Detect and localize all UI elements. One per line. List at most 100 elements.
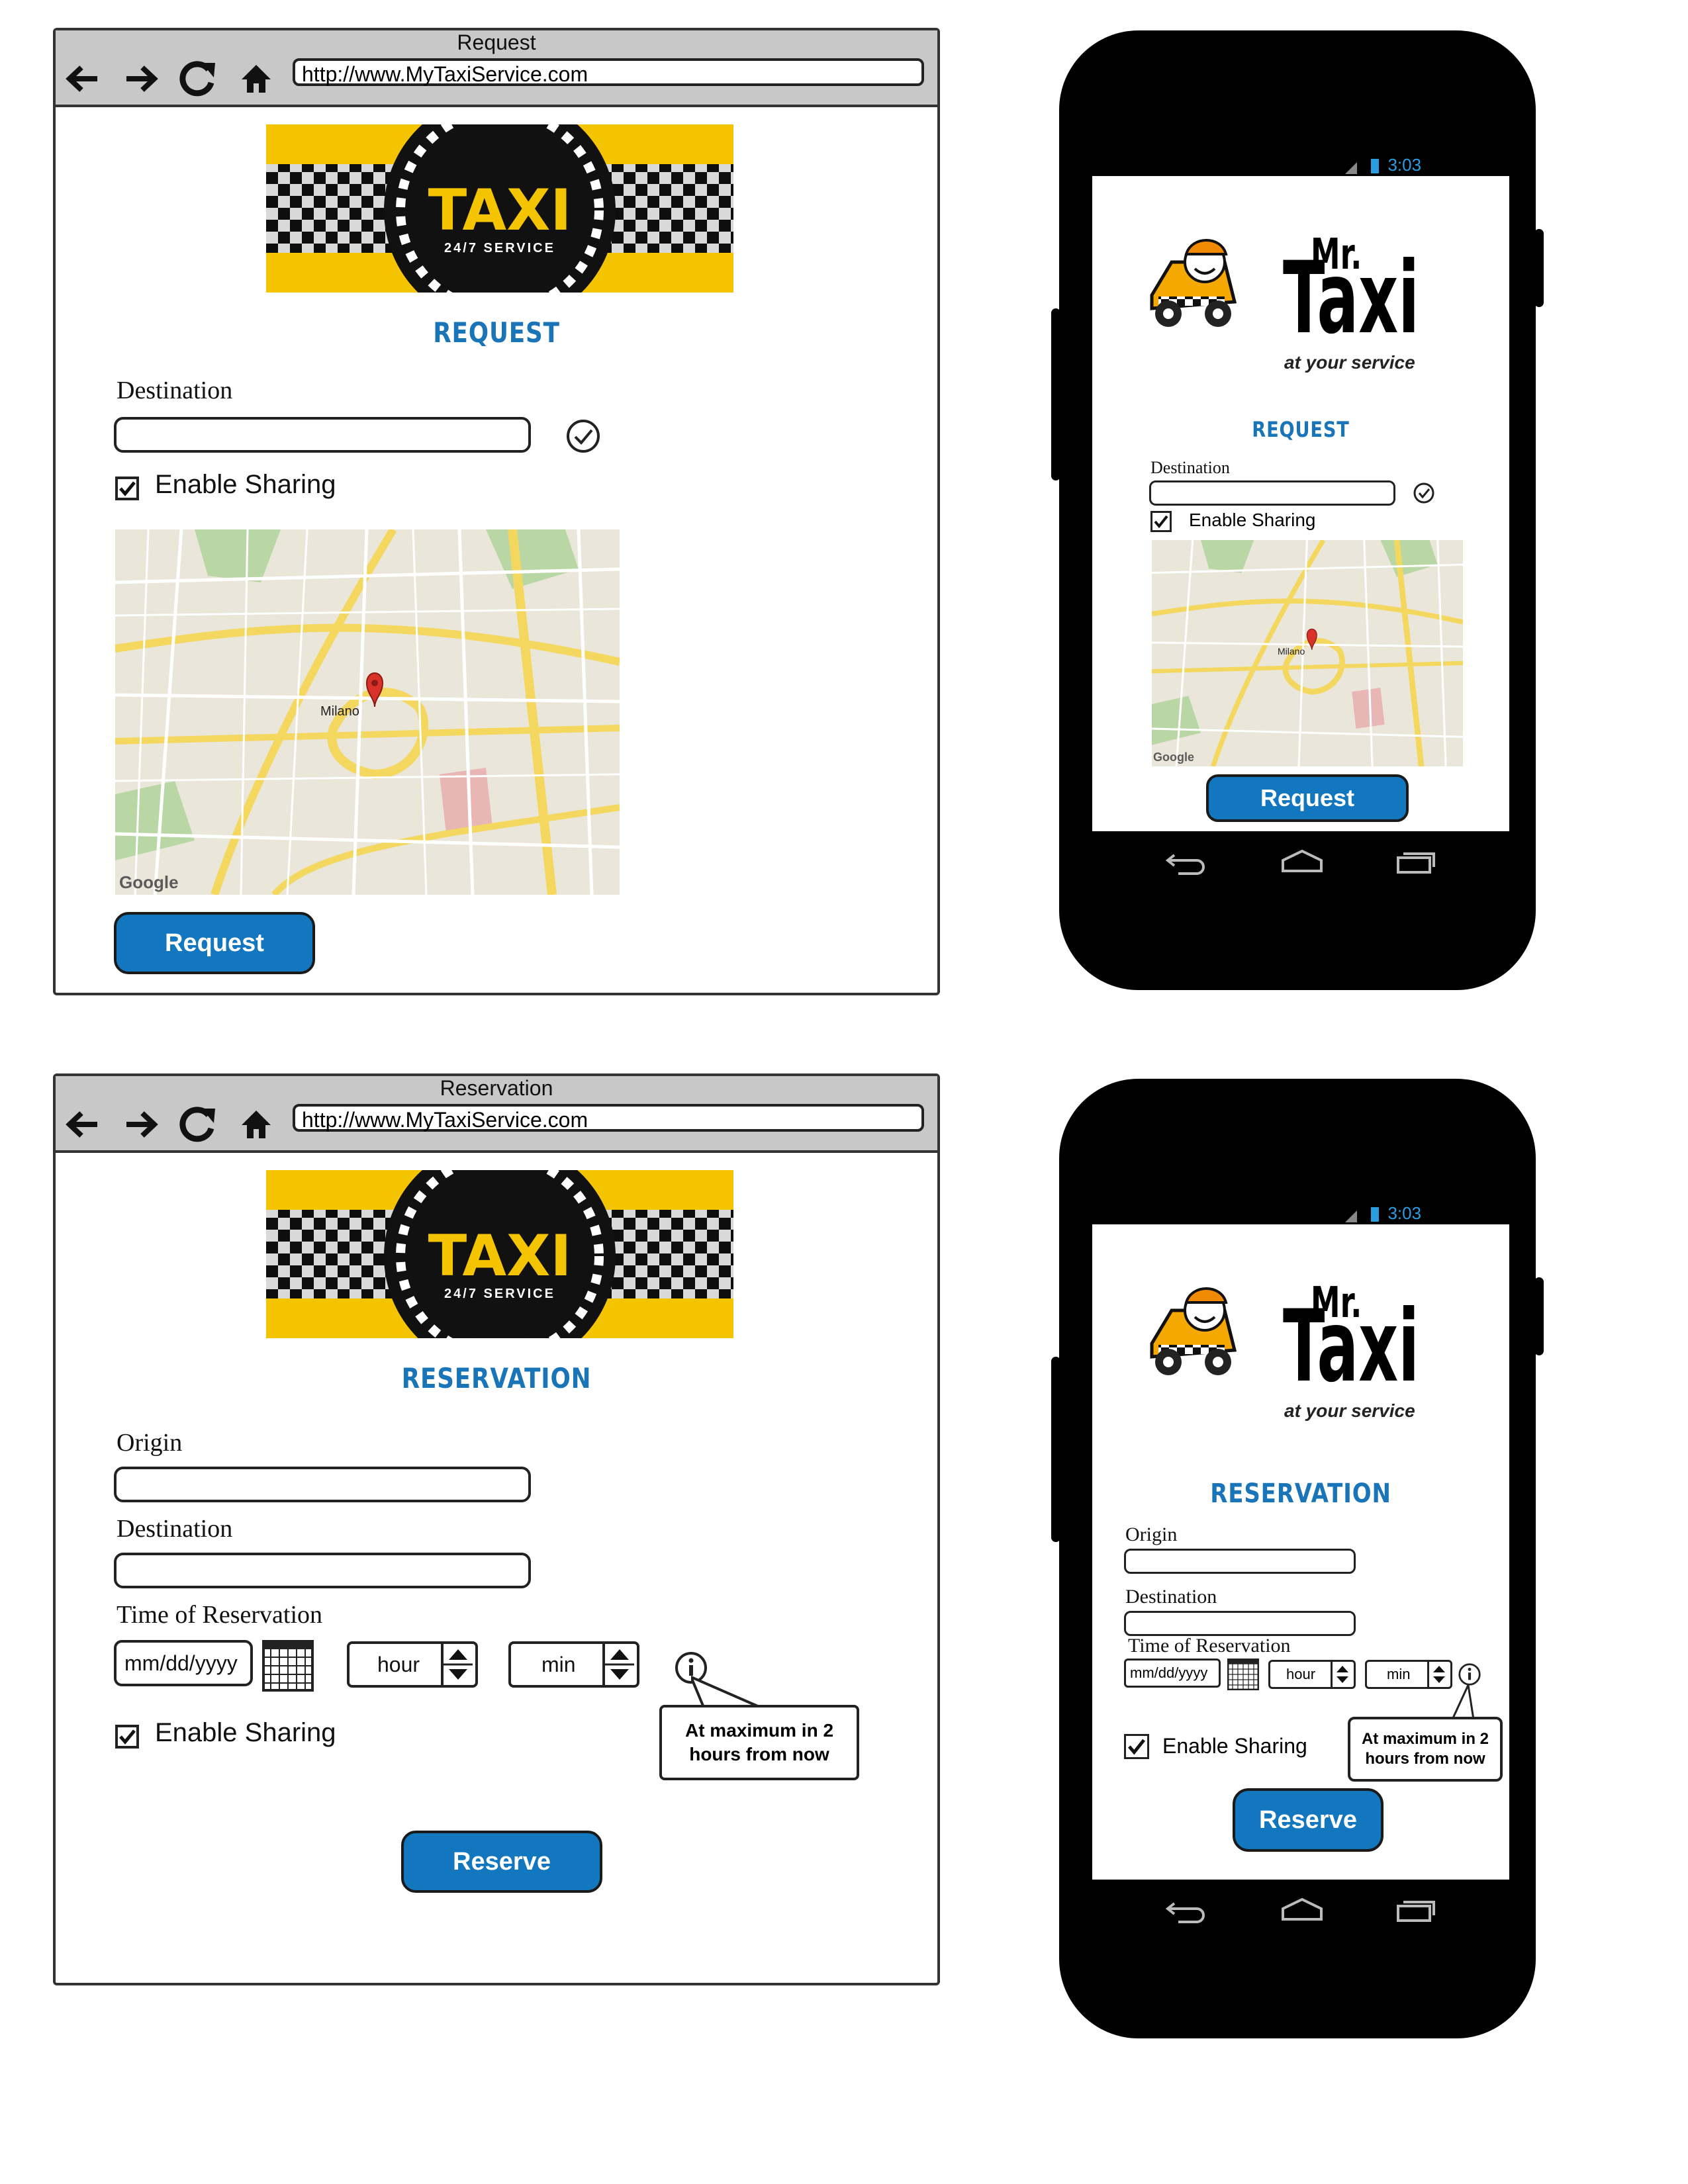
reload-icon[interactable] [175, 56, 221, 102]
map-brand-label: Google [119, 872, 179, 892]
taxi-mascot-logo [1145, 1284, 1238, 1383]
browser-toolbar: Request http://www.MyTaxiService.com [56, 30, 937, 107]
origin-label: Origin [1125, 1524, 1178, 1545]
checkmark-icon [1128, 1739, 1145, 1755]
enable-sharing-checkbox[interactable] [1150, 511, 1172, 532]
logo-subtext: 24/7 SERVICE [444, 1287, 555, 1301]
hour-stepper[interactable]: hour [1268, 1660, 1356, 1689]
logo-subtext: 24/7 SERVICE [444, 241, 555, 255]
map-city-label: Milano [320, 704, 359, 719]
back-arrow-icon[interactable] [60, 1101, 106, 1148]
back-arrow-icon[interactable] [60, 56, 106, 102]
minute-stepper[interactable]: min [508, 1641, 639, 1688]
minute-stepper-arrows[interactable] [602, 1644, 637, 1685]
logo-tagline: at your service [1284, 1400, 1415, 1421]
phone-request: 3:03 Mr. Taxi at your service REQUEST De… [1051, 30, 1544, 990]
request-button[interactable]: Request [114, 912, 315, 974]
page-heading: REQUEST [433, 316, 560, 349]
checkmark-icon [1154, 515, 1168, 529]
enable-sharing-label: Enable Sharing [155, 470, 336, 499]
date-input[interactable]: mm/dd/yyyy [114, 1640, 253, 1686]
forward-arrow-icon[interactable] [118, 56, 164, 102]
destination-input[interactable] [114, 1553, 531, 1588]
info-tooltip: At maximum in 2 hours from now [659, 1705, 859, 1780]
minute-stepper-arrows[interactable] [1427, 1662, 1450, 1687]
logo-text: TAXI [428, 177, 572, 244]
enable-sharing-checkbox[interactable] [115, 1725, 139, 1749]
time-of-reservation-label: Time of Reservation [1128, 1635, 1291, 1657]
taxi-logo-banner: TAXI 24/7 SERVICE [266, 1170, 733, 1338]
map-brand-label: Google [1153, 751, 1194, 764]
taxi-logo-banner: TAXI 24/7 SERVICE [266, 124, 733, 293]
taxi-mascot-logo [1145, 236, 1238, 335]
reserve-button[interactable]: Reserve [1233, 1788, 1383, 1852]
back-nav-icon[interactable] [1165, 1898, 1206, 1928]
origin-input[interactable] [114, 1467, 531, 1502]
date-placeholder: mm/dd/yyyy [124, 1651, 238, 1675]
city-map[interactable]: Milano Google [115, 529, 620, 895]
min-placeholder: min [541, 1652, 576, 1676]
destination-input[interactable] [1149, 480, 1395, 506]
enable-sharing-checkbox[interactable] [115, 477, 139, 500]
calendar-icon[interactable] [262, 1640, 314, 1695]
status-time: 3:03 [1387, 155, 1422, 175]
reload-icon[interactable] [175, 1101, 221, 1148]
forward-arrow-icon[interactable] [118, 1101, 164, 1148]
hour-placeholder: hour [1286, 1666, 1316, 1682]
info-tooltip: At maximum in 2 hours from now [1348, 1717, 1503, 1782]
phone-screen: Mr. Taxi at your service RESERVATION Ori… [1092, 1224, 1509, 1880]
browser-toolbar: Reservation http://www.MyTaxiService.com [56, 1076, 937, 1153]
recent-apps-nav-icon[interactable] [1395, 848, 1438, 878]
logo-tagline: at your service [1284, 352, 1415, 373]
signal-icon [1344, 159, 1362, 175]
city-map[interactable]: Milano Google [1152, 540, 1463, 766]
home-nav-icon[interactable] [1280, 848, 1324, 878]
enable-sharing-label: Enable Sharing [155, 1718, 336, 1747]
origin-label: Origin [117, 1429, 183, 1457]
status-bar: 3:03 [1344, 1203, 1421, 1224]
phone-side-button [1534, 1277, 1544, 1355]
checkmark-icon [119, 481, 136, 496]
browser-window-reservation: Reservation http://www.MyTaxiService.com… [53, 1073, 940, 1985]
signal-icon [1344, 1208, 1362, 1223]
calendar-icon[interactable] [1227, 1659, 1259, 1694]
battery-icon [1371, 1207, 1380, 1222]
hour-stepper[interactable]: hour [347, 1641, 478, 1688]
check-circle-icon[interactable] [565, 418, 601, 457]
window-title: Request [457, 30, 536, 54]
battery-icon [1371, 159, 1380, 174]
destination-label: Destination [117, 1515, 233, 1543]
browser-window-request: Request http://www.MyTaxiService.com TAX… [53, 28, 940, 995]
checkmark-icon [119, 1729, 136, 1745]
destination-label: Destination [1125, 1586, 1217, 1608]
home-icon[interactable] [233, 56, 279, 102]
date-input[interactable]: mm/dd/yyyy [1124, 1659, 1221, 1688]
time-of-reservation-label: Time of Reservation [117, 1601, 323, 1629]
enable-sharing-label: Enable Sharing [1189, 510, 1316, 530]
url-bar[interactable]: http://www.MyTaxiService.com [293, 1104, 924, 1132]
reserve-button[interactable]: Reserve [401, 1831, 602, 1893]
destination-input[interactable] [114, 417, 531, 453]
date-placeholder: mm/dd/yyyy [1130, 1664, 1208, 1681]
home-nav-icon[interactable] [1280, 1897, 1324, 1927]
status-bar: 3:03 [1344, 155, 1421, 175]
enable-sharing-checkbox[interactable] [1124, 1734, 1149, 1759]
request-button[interactable]: Request [1206, 774, 1409, 822]
home-icon[interactable] [233, 1101, 279, 1148]
url-bar[interactable]: http://www.MyTaxiService.com [293, 58, 924, 86]
check-circle-icon[interactable] [1413, 482, 1435, 508]
hour-placeholder: hour [377, 1652, 420, 1676]
logo-taxi-text: Taxi [1283, 241, 1420, 356]
origin-input[interactable] [1124, 1549, 1356, 1574]
hour-stepper-arrows[interactable] [1331, 1662, 1354, 1687]
logo-taxi-text: Taxi [1283, 1289, 1420, 1404]
destination-input[interactable] [1124, 1611, 1356, 1636]
recent-apps-nav-icon[interactable] [1395, 1897, 1438, 1927]
minute-stepper[interactable]: min [1365, 1660, 1452, 1689]
phone-screen: Mr. Taxi at your service REQUEST Destina… [1092, 176, 1509, 831]
phone-side-button [1051, 308, 1060, 480]
back-nav-icon[interactable] [1165, 850, 1206, 880]
min-placeholder: min [1387, 1666, 1411, 1682]
hour-stepper-arrows[interactable] [441, 1644, 475, 1685]
phone-side-button [1051, 1357, 1060, 1542]
